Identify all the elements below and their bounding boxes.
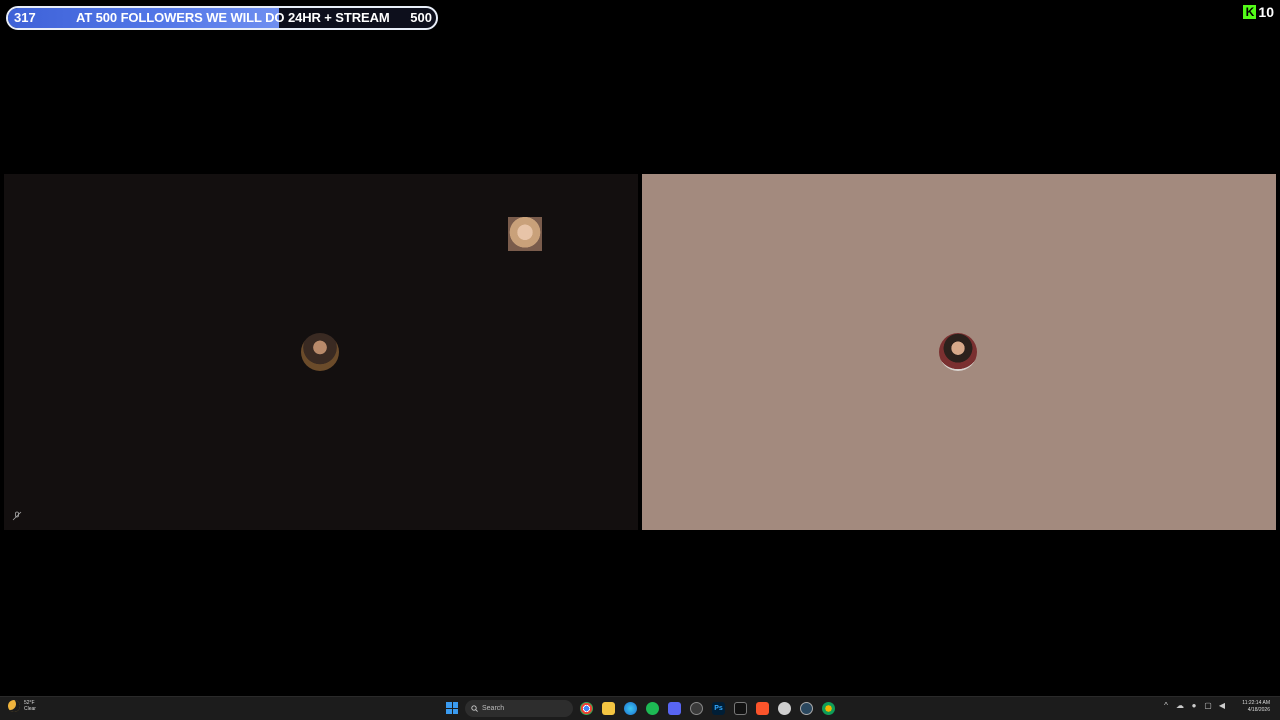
- participant-thumbnail[interactable]: [508, 217, 542, 251]
- follower-goal-text: AT 500 FOLLOWERS WE WILL DO 24HR + STREA…: [76, 10, 390, 25]
- taskbar-clock[interactable]: 11:22:14 AM 4/18/2026: [1242, 700, 1270, 714]
- participant-avatar: [301, 333, 339, 371]
- edge-icon[interactable]: [624, 702, 637, 715]
- monitor-icon[interactable]: ▢: [1204, 702, 1212, 710]
- clock-time: 11:22:14 AM: [1242, 700, 1270, 706]
- volume-icon[interactable]: ◀: [1218, 702, 1226, 710]
- chevron-up-icon[interactable]: ^: [1162, 702, 1170, 710]
- discord-icon[interactable]: [668, 702, 681, 715]
- windows-taskbar: 52°F Clear Search Ps ^ ☁ ● ▢ ◀ 11:22:14 …: [0, 696, 1280, 720]
- search-placeholder: Search: [482, 705, 505, 712]
- video-tile-left[interactable]: [4, 174, 638, 530]
- system-tray: ^ ☁ ● ▢ ◀: [1162, 702, 1226, 710]
- search-icon: [471, 705, 478, 712]
- viewer-count: 10: [1258, 4, 1274, 20]
- weather-condition: Clear: [24, 706, 36, 712]
- follower-goal-bar: 317 AT 500 FOLLOWERS WE WILL DO 24HR + S…: [6, 6, 438, 30]
- mic-off-icon: [12, 511, 22, 521]
- file-explorer-icon[interactable]: [602, 702, 615, 715]
- spotify-icon[interactable]: [646, 702, 659, 715]
- follower-goal-target: 500: [410, 10, 432, 25]
- obs-icon[interactable]: [690, 702, 703, 715]
- taskbar-search[interactable]: Search: [465, 700, 573, 717]
- clock-date: 4/18/2026: [1247, 707, 1270, 713]
- windows-logo-icon: [446, 702, 452, 708]
- video-tile-right[interactable]: [642, 174, 1276, 530]
- viewer-count-badge: K 10: [1243, 3, 1274, 21]
- chrome-icon[interactable]: [580, 702, 593, 715]
- cloud-icon[interactable]: ☁: [1176, 702, 1184, 710]
- participant-avatar: [939, 333, 977, 371]
- chrome-dev-icon[interactable]: [822, 702, 835, 715]
- terminal-icon[interactable]: [734, 702, 747, 715]
- brave-icon[interactable]: [756, 702, 769, 715]
- follower-goal-current: 317: [14, 10, 36, 25]
- steam-icon[interactable]: [800, 702, 813, 715]
- app-icon[interactable]: [778, 702, 791, 715]
- start-button[interactable]: [446, 702, 458, 714]
- moon-icon: [8, 700, 20, 712]
- microphone-icon[interactable]: ●: [1190, 702, 1198, 710]
- photoshop-icon[interactable]: Ps: [712, 702, 725, 715]
- kick-logo-icon: K: [1243, 5, 1257, 19]
- weather-widget[interactable]: 52°F Clear: [8, 700, 36, 712]
